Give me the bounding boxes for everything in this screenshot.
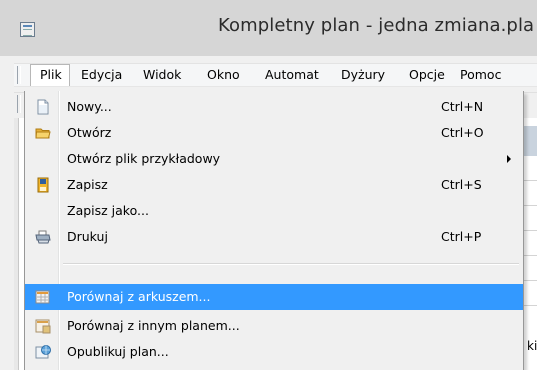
toolbar-grip[interactable] bbox=[17, 95, 21, 113]
grid-line bbox=[524, 255, 537, 256]
grid-line bbox=[524, 180, 537, 181]
printer-icon bbox=[35, 230, 51, 244]
menu-item-shortcut: Ctrl+P bbox=[441, 229, 482, 244]
menu-okno[interactable]: Okno bbox=[207, 64, 240, 86]
sheet-text-fragment: ki bbox=[527, 339, 537, 353]
document-left-edge bbox=[14, 118, 19, 370]
compare-sheet-icon bbox=[35, 290, 50, 304]
menu-item-label: Zapisz jako... bbox=[67, 203, 149, 218]
submenu-arrow-icon bbox=[507, 155, 511, 163]
menu-item-otworz-przykladowy[interactable]: Otwórz plik przykładowy bbox=[25, 146, 523, 172]
sheet-header-fragment bbox=[524, 126, 537, 156]
menu-item-label: Porównaj z innym planem... bbox=[67, 318, 240, 333]
menu-pomoc[interactable]: Pomoc bbox=[460, 64, 501, 86]
menubar-grip[interactable] bbox=[17, 66, 21, 84]
folder-icon bbox=[35, 128, 51, 139]
menu-separator bbox=[63, 263, 519, 265]
menu-item-zapisz[interactable]: Zapisz Ctrl+S bbox=[25, 172, 523, 198]
menu-widok[interactable]: Widok bbox=[143, 64, 181, 86]
title-bar[interactable]: Kompletny plan - jedna zmiana.pla bbox=[0, 0, 537, 56]
menu-bar: Plik Edycja Widok Okno Automat Dyżury Op… bbox=[14, 63, 537, 87]
menu-item-label: Zapisz bbox=[67, 177, 108, 192]
grid-line bbox=[524, 280, 537, 281]
menu-item-label: Otwórz bbox=[67, 125, 112, 140]
save-icon bbox=[37, 177, 49, 193]
menu-item-shortcut: Ctrl+N bbox=[441, 99, 484, 114]
menu-item-zapisz-jako[interactable]: Zapisz jako... bbox=[25, 198, 523, 224]
menu-automat[interactable]: Automat bbox=[265, 64, 319, 86]
grid-line bbox=[524, 230, 537, 231]
window-title: Kompletny plan - jedna zmiana.pla bbox=[218, 15, 535, 36]
menu-plik[interactable]: Plik bbox=[30, 64, 70, 86]
menu-item-label: Opublikuj plan... bbox=[67, 344, 169, 359]
app-icon[interactable] bbox=[20, 22, 35, 37]
menu-item-label: Nowy... bbox=[67, 99, 112, 114]
menu-item-label: Porównaj z arkuszem... bbox=[67, 289, 211, 304]
menu-item-nowy[interactable]: Nowy... Ctrl+N bbox=[25, 94, 523, 120]
publish-icon bbox=[35, 345, 51, 359]
menu-item-shortcut: Ctrl+S bbox=[441, 177, 482, 192]
menu-item-drukuj[interactable]: Drukuj Ctrl+P bbox=[25, 224, 523, 250]
menu-item-shortcut: Ctrl+O bbox=[441, 125, 484, 140]
menu-item-porownaj-plan[interactable]: Porównaj z innym planem... bbox=[25, 313, 523, 339]
compare-plan-icon bbox=[35, 319, 51, 334]
menu-item-otworz[interactable]: Otwórz Ctrl+O bbox=[25, 120, 523, 146]
menu-item-opublikuj[interactable]: Opublikuj plan... bbox=[25, 339, 523, 365]
menu-item-porownaj-arkusz[interactable]: Porównaj z arkuszem... bbox=[25, 284, 523, 310]
menu-item-label: Drukuj bbox=[67, 229, 108, 244]
menu-edycja[interactable]: Edycja bbox=[81, 64, 122, 86]
menu-opcje[interactable]: Opcje bbox=[409, 64, 445, 86]
menu-item-label: Otwórz plik przykładowy bbox=[67, 151, 221, 166]
file-menu-dropdown: Nowy... Ctrl+N Otwórz Ctrl+O Otwórz plik… bbox=[24, 91, 524, 370]
new-file-icon bbox=[37, 99, 49, 115]
grid-line bbox=[524, 305, 537, 306]
grid-line bbox=[524, 205, 537, 206]
menu-dyzury[interactable]: Dyżury bbox=[341, 64, 385, 86]
